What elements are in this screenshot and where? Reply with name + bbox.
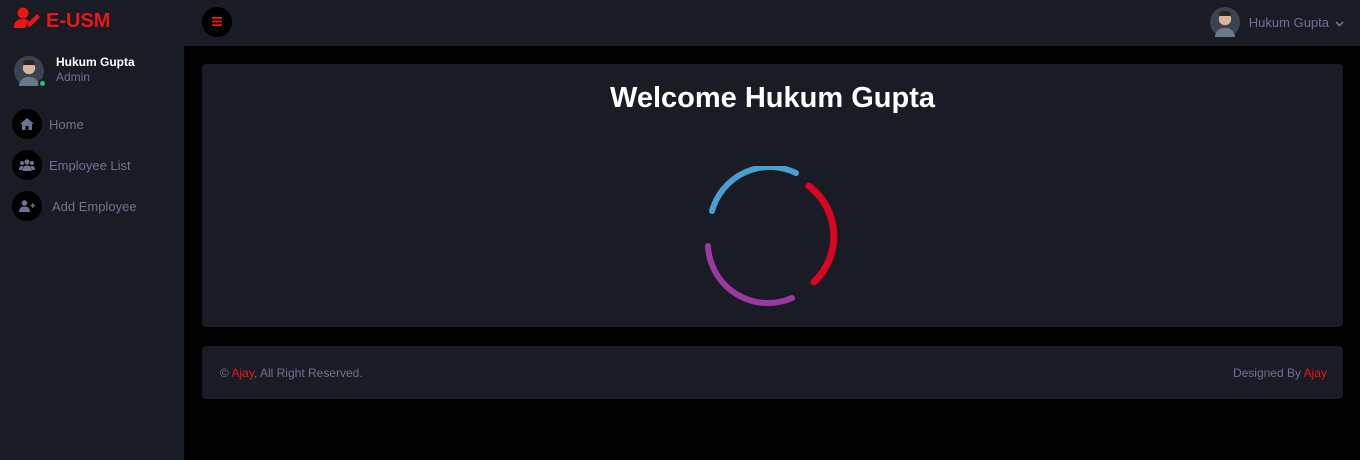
topbar: Hukum Gupta: [184, 0, 1360, 46]
footer-designer: Designed By Ajay: [1232, 366, 1327, 380]
page-title: Welcome Hukum Gupta: [610, 82, 935, 114]
online-status-indicator: [38, 79, 47, 88]
sidebar-item-label: Employee List: [49, 157, 131, 173]
user-edit-icon: [14, 7, 46, 35]
sidebar-user-name: Hukum Gupta: [56, 55, 135, 69]
topbar-user-name: Hukum Gupta: [1248, 14, 1329, 30]
brand-name: E-USM: [46, 9, 111, 32]
bars-icon: [212, 13, 222, 31]
home-icon: [12, 109, 42, 139]
welcome-card: Welcome Hukum Gupta: [202, 64, 1343, 327]
sidebar-item-label: Home: [49, 116, 84, 132]
user-menu-dropdown[interactable]: Hukum Gupta: [1209, 7, 1344, 37]
avatar: [1209, 7, 1240, 37]
user-plus-icon: [12, 191, 42, 221]
sidebar-toggle-button[interactable]: [202, 7, 232, 37]
sidebar-item-add-employee[interactable]: Add Employee: [12, 190, 137, 222]
sidebar-nav: Home Employee List Add Employee: [12, 108, 137, 231]
footer-copyright: © Ajay, All Right Reserved.: [220, 366, 363, 380]
chevron-down-icon: [1335, 15, 1344, 30]
sidebar: E-USM Hukum Gupta Admin Home Employee Li…: [0, 0, 184, 460]
footer-author-link[interactable]: Ajay: [232, 366, 254, 380]
sidebar-user: Hukum Gupta Admin: [14, 55, 135, 88]
brand-logo[interactable]: E-USM: [14, 7, 111, 35]
loading-spinner: [702, 164, 842, 311]
users-icon: [12, 150, 42, 180]
footer-designer-link[interactable]: Ajay: [1304, 366, 1327, 380]
avatar: [14, 56, 47, 88]
sidebar-item-employee-list[interactable]: Employee List: [12, 149, 137, 181]
sidebar-user-role: Admin: [56, 70, 91, 84]
sidebar-item-label: Add Employee: [52, 198, 137, 214]
footer: © Ajay, All Right Reserved. Designed By …: [202, 346, 1343, 399]
sidebar-item-home[interactable]: Home: [12, 108, 137, 140]
